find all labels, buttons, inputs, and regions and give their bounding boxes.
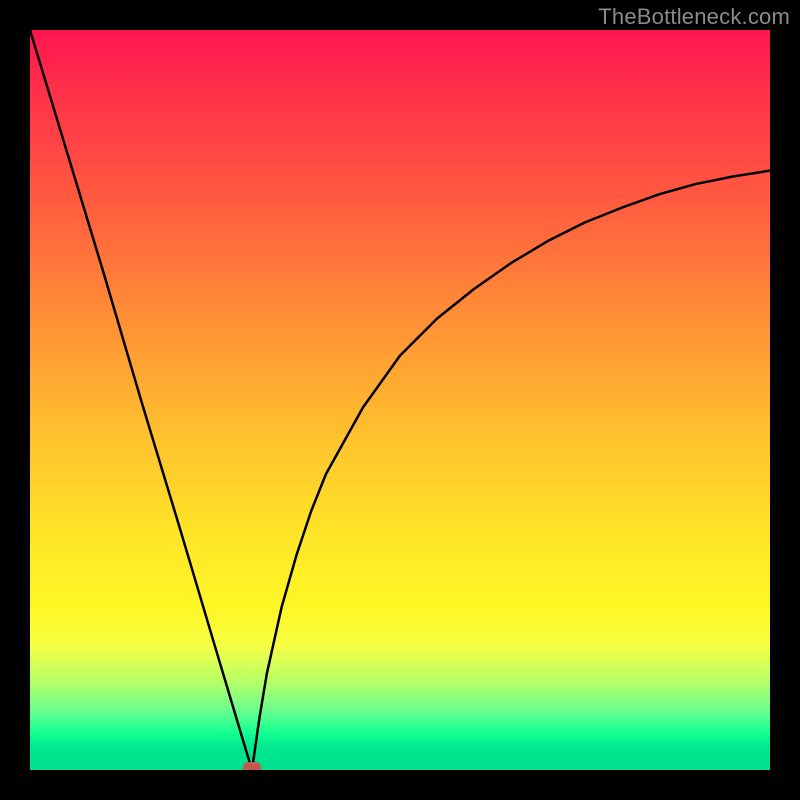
curve-layer <box>30 30 770 770</box>
minimum-marker <box>243 762 261 770</box>
plot-area <box>30 30 770 770</box>
chart-frame: TheBottleneck.com <box>0 0 800 800</box>
watermark-text: TheBottleneck.com <box>598 4 790 30</box>
curve-left-branch <box>30 30 252 770</box>
curve-right-branch <box>252 171 770 770</box>
